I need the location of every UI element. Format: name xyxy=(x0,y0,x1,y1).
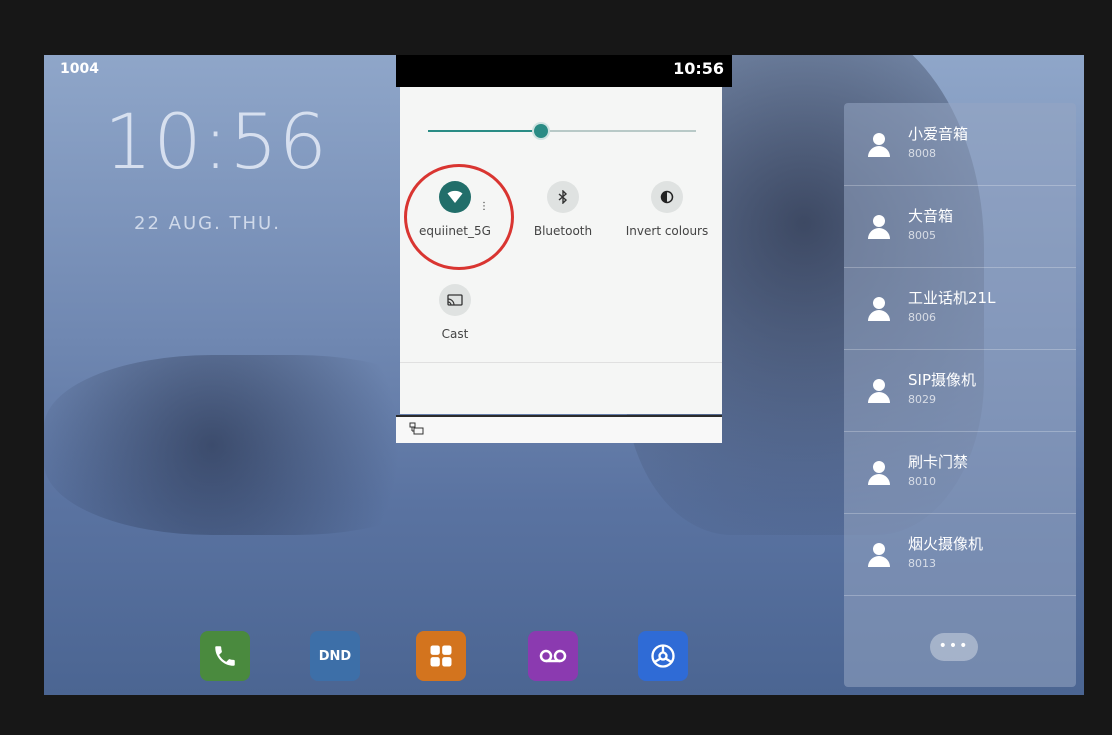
cast-tile[interactable]: Cast xyxy=(400,284,510,341)
invert-colours-tile[interactable]: Invert colours xyxy=(612,181,722,238)
panel-footer xyxy=(396,415,722,443)
contact-avatar-icon xyxy=(868,543,890,567)
invert-colours-icon xyxy=(651,181,683,213)
settings-icon xyxy=(651,644,675,668)
phone-app-button[interactable] xyxy=(200,631,250,681)
account-extension: 1004 xyxy=(60,61,99,77)
phone-screen: 1004 10:56 22 AUG. THU. 小爱音箱 8008 大音箱 80… xyxy=(44,55,1084,695)
apps-button[interactable] xyxy=(416,631,466,681)
device-bezel: 1004 10:56 22 AUG. THU. 小爱音箱 8008 大音箱 80… xyxy=(0,0,1112,735)
brightness-slider[interactable] xyxy=(428,124,696,138)
contact-name: SIP摄像机 xyxy=(908,371,976,389)
voicemail-button[interactable] xyxy=(528,631,578,681)
contact-avatar-icon xyxy=(868,297,890,321)
invert-colours-tile-label: Invert colours xyxy=(625,224,709,238)
more-contacts-button[interactable]: ••• xyxy=(930,633,978,661)
contact-number: 8010 xyxy=(908,475,936,488)
contact-avatar-icon xyxy=(868,379,890,403)
settings-button[interactable] xyxy=(638,631,688,681)
apps-grid-icon xyxy=(430,645,452,667)
bluetooth-icon xyxy=(547,181,579,213)
contact-avatar-icon xyxy=(868,461,890,485)
brightness-thumb[interactable] xyxy=(534,124,548,138)
contact-number: 8008 xyxy=(908,147,936,160)
contact-number: 8005 xyxy=(908,229,936,242)
contact-item[interactable]: 烟火摄像机 8013 xyxy=(844,513,1076,596)
contacts-sidebar: 小爱音箱 8008 大音箱 8005 工业话机21L 8006 SIP摄像机 8… xyxy=(844,103,1076,687)
cast-tile-label: Cast xyxy=(441,327,469,341)
cast-icon xyxy=(439,284,471,316)
brightness-fill xyxy=(428,130,541,132)
status-bar-time: 10:56 xyxy=(673,59,724,78)
contact-avatar-icon xyxy=(868,133,890,157)
contact-item[interactable]: SIP摄像机 8029 xyxy=(844,349,1076,432)
contact-item[interactable]: 小爱音箱 8008 xyxy=(844,103,1076,186)
contact-item[interactable]: 工业话机21L 8006 xyxy=(844,267,1076,350)
contact-name: 大音箱 xyxy=(908,207,954,225)
contact-name: 工业话机21L xyxy=(908,289,996,307)
contact-number: 8029 xyxy=(908,393,936,406)
contact-item[interactable]: 刷卡门禁 8010 xyxy=(844,431,1076,514)
status-bar: 10:56 xyxy=(396,55,732,87)
home-date: 22 AUG. THU. xyxy=(134,213,281,234)
phone-icon xyxy=(215,646,235,666)
contact-name: 烟火摄像机 xyxy=(908,535,984,553)
bluetooth-tile-label: Bluetooth xyxy=(533,224,593,238)
dnd-button[interactable]: DND xyxy=(310,631,360,681)
panel-divider xyxy=(400,362,722,363)
contact-number: 8013 xyxy=(908,557,936,570)
contact-name: 小爱音箱 xyxy=(908,125,969,143)
contact-item[interactable]: 大音箱 8005 xyxy=(844,185,1076,268)
contact-number: 8006 xyxy=(908,311,936,324)
home-clock: 10:56 xyxy=(104,97,329,186)
network-icon[interactable] xyxy=(409,422,425,436)
contact-name: 刷卡门禁 xyxy=(908,453,969,471)
voicemail-icon xyxy=(539,649,567,663)
annotation-circle xyxy=(404,164,514,270)
contact-avatar-icon xyxy=(868,215,890,239)
bluetooth-tile[interactable]: Bluetooth xyxy=(508,181,618,238)
